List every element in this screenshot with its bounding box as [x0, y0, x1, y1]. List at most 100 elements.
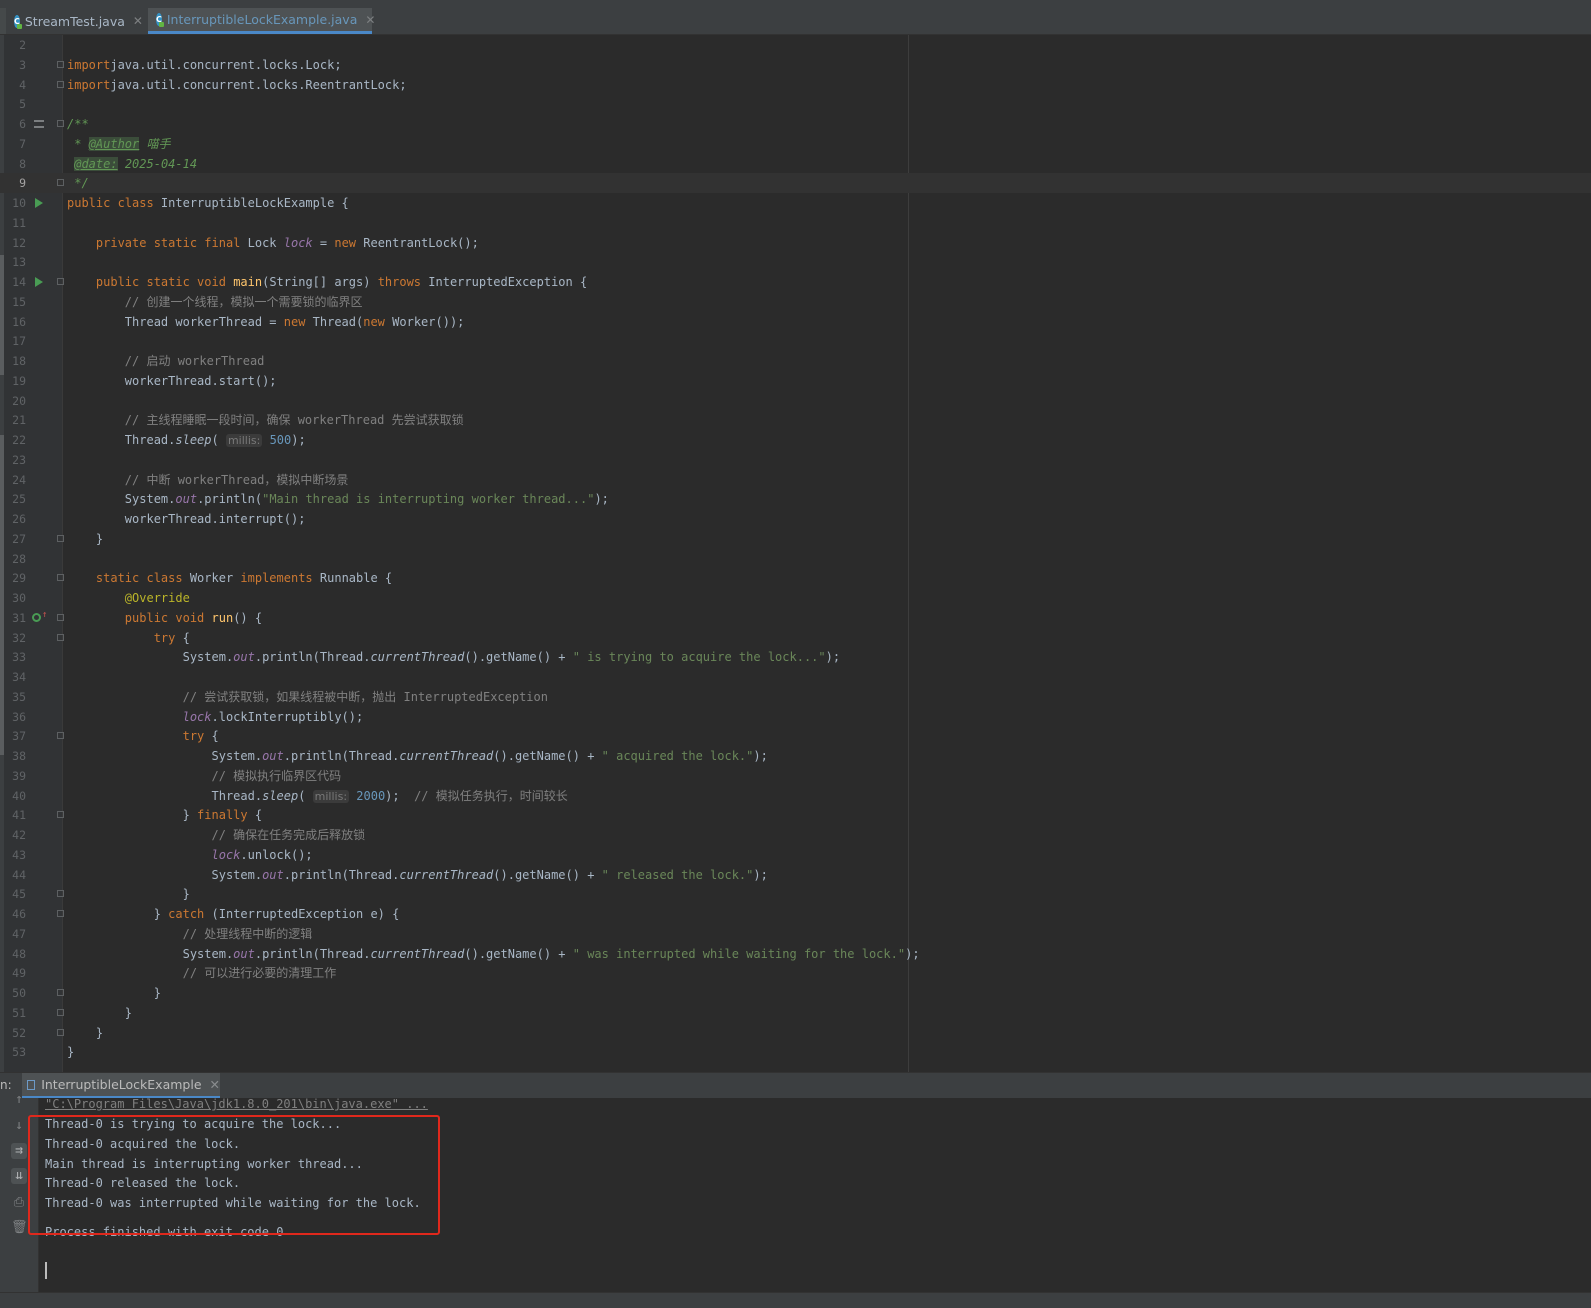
override-gutter-icon[interactable] — [32, 612, 41, 622]
scroll-to-end-icon[interactable]: ⇊ — [11, 1168, 27, 1184]
code-token: // 尝试获取锁，如果线程被中断，抛出 InterruptedException — [67, 689, 548, 704]
code-line[interactable]: 37 try { — [0, 726, 1591, 746]
code-line[interactable]: 28 — [0, 549, 1591, 569]
code-line[interactable]: 20 — [0, 391, 1591, 411]
code-line[interactable]: 7 * @Author 喵手 — [0, 134, 1591, 154]
code-text: // 主线程睡眠一段时间，确保 workerThread 先尝试获取锁 — [67, 410, 464, 430]
code-line[interactable]: 35 // 尝试获取锁，如果线程被中断，抛出 InterruptedExcept… — [0, 687, 1591, 707]
code-line[interactable]: 4 importjava.util.concurrent.locks.Reentr… — [0, 75, 1591, 95]
fold-icon[interactable] — [57, 1028, 64, 1036]
fold-icon[interactable] — [57, 989, 64, 996]
fold-icon[interactable] — [57, 890, 64, 898]
code-line[interactable]: 21 // 主线程睡眠一段时间，确保 workerThread 先尝试获取锁 — [0, 410, 1591, 430]
arrow-down-icon[interactable]: ↓ — [11, 1118, 27, 1134]
code-line[interactable]: 49 // 可以进行必要的清理工作 — [0, 963, 1591, 983]
code-token: InterruptedException { — [428, 275, 588, 289]
code-line[interactable]: 31 ↑ public void run() { — [0, 608, 1591, 628]
code-line[interactable]: 17 — [0, 331, 1591, 351]
run-gutter-icon[interactable] — [35, 198, 43, 208]
code-line[interactable]: 41 } finally { — [0, 805, 1591, 825]
code-line[interactable]: 40 Thread.sleep( millis: 2000); // 模拟任务执… — [0, 786, 1591, 806]
code-line[interactable]: 5 — [0, 94, 1591, 114]
line-number: 8 — [19, 156, 26, 171]
code-line[interactable]: 30 @Override — [0, 588, 1591, 608]
arrow-up-icon[interactable]: ↑ — [11, 1092, 27, 1108]
fold-icon[interactable] — [57, 278, 64, 285]
fold-icon[interactable] — [57, 1008, 64, 1016]
code-line[interactable]: 22 Thread.sleep( millis: 500); — [0, 430, 1591, 450]
code-token: new — [283, 314, 313, 329]
code-line[interactable]: 52 } — [0, 1023, 1591, 1043]
code-line[interactable]: 47 // 处理线程中断的逻辑 — [0, 924, 1591, 944]
code-line[interactable]: 51 } — [0, 1003, 1591, 1023]
code-line[interactable]: 24 // 中断 workerThread，模拟中断场景 — [0, 470, 1591, 490]
code-line[interactable]: 44 System.out.println(Thread.currentThre… — [0, 865, 1591, 885]
trash-icon[interactable]: 🗑 — [11, 1220, 28, 1236]
fold-icon[interactable] — [57, 613, 64, 621]
fold-icon[interactable] — [57, 120, 64, 127]
code-line[interactable]: 23 — [0, 450, 1591, 470]
fold-icon[interactable] — [57, 633, 64, 641]
code-line[interactable]: 14 public static void main(String[] args… — [0, 272, 1591, 292]
structure-icon[interactable] — [34, 120, 44, 128]
code-line[interactable]: 27 } — [0, 529, 1591, 549]
code-text: Thread.sleep( millis: 2000); // 模拟任务执行，时… — [67, 786, 568, 807]
fold-icon[interactable] — [57, 179, 64, 187]
code-line[interactable]: 26 workerThread.interrupt(); — [0, 509, 1591, 529]
fold-icon[interactable] — [57, 534, 64, 542]
soft-wrap-icon[interactable]: ⇉ — [11, 1143, 27, 1159]
close-icon[interactable]: ✕ — [210, 1077, 220, 1092]
close-icon[interactable]: ✕ — [133, 14, 143, 28]
code-line[interactable]: 33 System.out.println(Thread.currentThre… — [0, 647, 1591, 667]
code-line[interactable]: 2 — [0, 35, 1591, 55]
code-line[interactable]: 45 } — [0, 884, 1591, 904]
code-line[interactable]: 18 // 启动 workerThread — [0, 351, 1591, 371]
console-command-text[interactable]: "C:\Program Files\Java\jdk1.8.0_201\bin\… — [45, 1097, 428, 1111]
run-gutter-icon[interactable] — [35, 277, 43, 287]
java-class-icon: C — [156, 13, 164, 27]
line-number: 39 — [12, 768, 26, 783]
fold-icon[interactable] — [57, 60, 64, 68]
code-editor[interactable]: 2 3 importjava.util.concurrent.locks.Lock;… — [0, 35, 1591, 1072]
code-token: } — [67, 531, 104, 546]
fold-icon[interactable] — [57, 732, 64, 740]
code-line[interactable]: 46 } catch (InterruptedException e) { — [0, 904, 1591, 924]
console-command-line[interactable]: "C:\Program Files\Java\jdk1.8.0_201\bin\… — [45, 1094, 428, 1114]
line-number: 12 — [12, 235, 26, 250]
code-line[interactable]: 43 lock.unlock(); — [0, 845, 1591, 865]
code-line[interactable]: 38 System.out.println(Thread.currentThre… — [0, 746, 1591, 766]
code-line[interactable]: 50 } — [0, 983, 1591, 1003]
code-line[interactable]: 53} — [0, 1042, 1591, 1062]
code-line[interactable]: 48 System.out.println(Thread.currentThre… — [0, 944, 1591, 964]
code-line[interactable]: 32 try { — [0, 628, 1591, 648]
code-line[interactable]: 13 — [0, 252, 1591, 272]
code-line[interactable]: 25 System.out.println("Main thread is in… — [0, 489, 1591, 509]
code-line[interactable]: 29 static class Worker implements Runnab… — [0, 568, 1591, 588]
code-line[interactable]: 12 private static final Lock lock = new … — [0, 233, 1591, 253]
code-line[interactable]: 34 — [0, 667, 1591, 687]
code-line[interactable]: 8 @date: 2025-04-14 — [0, 154, 1591, 174]
code-line[interactable]: 36 lock.lockInterruptibly(); — [0, 707, 1591, 727]
fold-icon[interactable] — [57, 811, 64, 819]
fold-icon[interactable] — [57, 910, 64, 917]
code-text: public void run() { — [67, 608, 262, 628]
code-line[interactable]: 6 /** — [0, 114, 1591, 134]
fold-icon[interactable] — [57, 80, 64, 88]
code-line[interactable]: 16 Thread workerThread = new Thread(new … — [0, 312, 1591, 332]
code-line[interactable]: 42 // 确保在任务完成后释放锁 — [0, 825, 1591, 845]
close-icon[interactable]: ✕ — [365, 13, 375, 27]
code-line[interactable]: 15 // 创建一个线程，模拟一个需要锁的临界区 — [0, 292, 1591, 312]
code-line[interactable]: 39 // 模拟执行临界区代码 — [0, 766, 1591, 786]
code-line[interactable]: 10 public class InterruptibleLockExample … — [0, 193, 1591, 213]
fold-icon[interactable] — [57, 574, 64, 582]
code-line[interactable]: 9 */ — [0, 173, 1591, 194]
tab-interruptiblelockexample[interactable]: C InterruptibleLockExample.java ✕ — [148, 8, 375, 34]
code-line[interactable]: 3 importjava.util.concurrent.locks.Lock; — [0, 55, 1591, 75]
code-line[interactable]: 11 — [0, 213, 1591, 233]
line-number: 36 — [12, 709, 26, 724]
code-text: importjava.util.concurrent.locks.Lock; — [67, 55, 342, 75]
print-icon[interactable]: ⎙ — [11, 1195, 27, 1211]
tab-streamtest[interactable]: C StreamTest.java ✕ — [6, 8, 148, 34]
code-line[interactable]: 19 workerThread.start(); — [0, 371, 1591, 391]
run-tab-label: InterruptibleLockExample — [41, 1077, 202, 1092]
